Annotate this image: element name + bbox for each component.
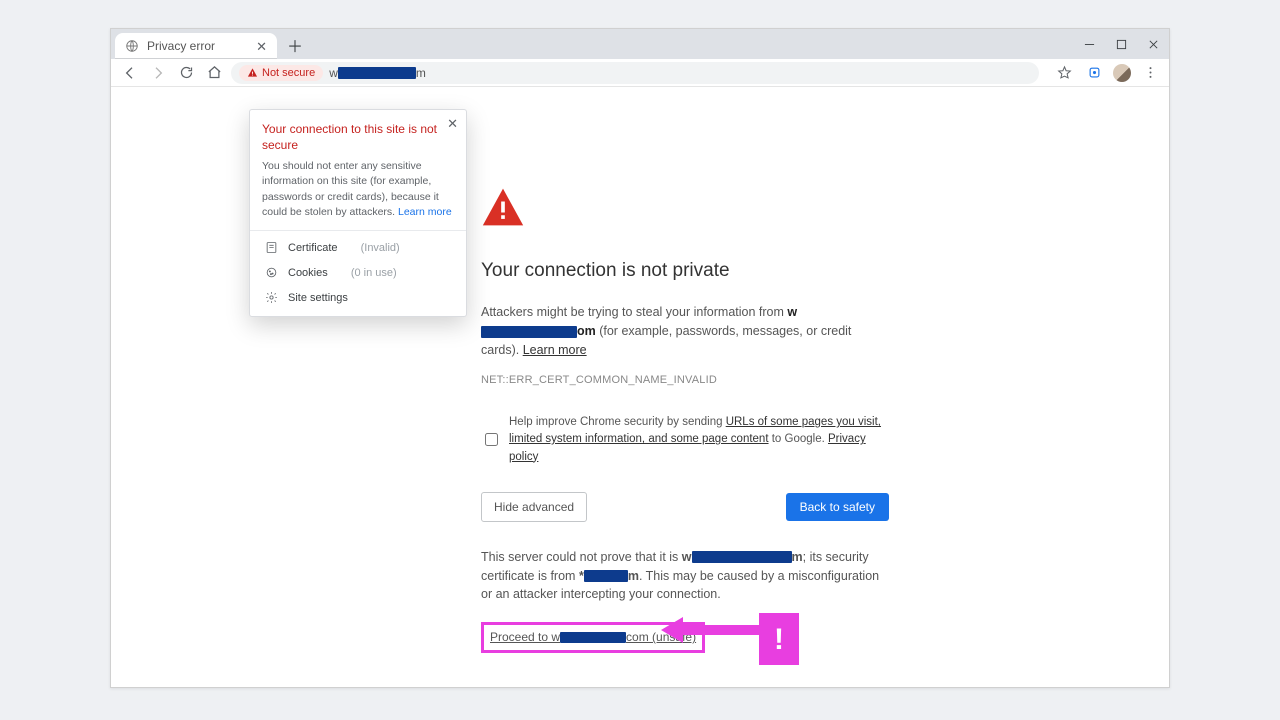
popup-body: You should not enter any sensitive infor… xyxy=(262,159,454,220)
redacted-cert xyxy=(584,570,628,582)
button-row: Hide advanced Back to safety xyxy=(481,492,889,522)
close-tab-icon[interactable]: ✕ xyxy=(256,40,267,53)
profile-avatar[interactable] xyxy=(1113,64,1131,82)
address-bar[interactable]: Not secure w m xyxy=(231,62,1039,84)
url-text: w m xyxy=(329,66,426,80)
menu-kebab-icon[interactable] xyxy=(1139,62,1161,84)
optin-text: Help improve Chrome security by sending … xyxy=(509,414,889,466)
popup-title: Your connection to this site is not secu… xyxy=(262,122,454,153)
nav-home-button[interactable] xyxy=(203,62,225,84)
toolbar: Not secure w m xyxy=(111,59,1169,87)
optin-row[interactable]: Help improve Chrome security by sending … xyxy=(481,414,889,466)
error-code: NET::ERR_CERT_COMMON_NAME_INVALID xyxy=(481,372,889,389)
back-to-safety-button[interactable]: Back to safety xyxy=(786,493,889,521)
warning-paragraph: Attackers might be trying to steal your … xyxy=(481,303,889,359)
certificate-icon xyxy=(264,241,278,254)
redacted-host xyxy=(692,551,792,563)
explain-paragraph: This server could not prove that it is w… xyxy=(481,548,889,604)
proceed-highlight: Proceed to wcom (unsafe) xyxy=(481,622,705,653)
hide-advanced-button[interactable]: Hide advanced xyxy=(481,492,587,522)
toolbar-right-cluster xyxy=(1053,62,1161,84)
warning-triangle-icon xyxy=(481,185,525,229)
globe-icon xyxy=(125,39,139,53)
titlebar: Privacy error ✕ ＋ xyxy=(111,29,1169,59)
window-controls xyxy=(1073,29,1169,59)
popup-row-site-settings[interactable]: Site settings xyxy=(262,285,454,310)
browser-window: Privacy error ✕ ＋ Not secure w m xyxy=(110,28,1170,688)
proceed-unsafe-link[interactable]: Proceed to wcom (unsafe) xyxy=(490,630,696,644)
cookie-icon xyxy=(264,266,278,279)
cert-label: Certificate xyxy=(288,242,338,254)
tab-title: Privacy error xyxy=(147,39,215,53)
cert-status: (Invalid) xyxy=(361,242,400,254)
popup-learn-more-link[interactable]: Learn more xyxy=(398,206,452,218)
warning-icon xyxy=(247,67,258,78)
redacted-host xyxy=(338,67,416,79)
cookies-status: (0 in use) xyxy=(351,267,397,279)
page-title: Your connection is not private xyxy=(481,257,889,286)
site-security-popup: ✕ Your connection to this site is not se… xyxy=(249,109,467,317)
bookmark-star-icon[interactable] xyxy=(1053,62,1075,84)
close-icon[interactable]: ✕ xyxy=(447,116,458,132)
nav-back-button[interactable] xyxy=(119,62,141,84)
window-close[interactable] xyxy=(1137,29,1169,59)
nav-reload-button[interactable] xyxy=(175,62,197,84)
nav-forward-button[interactable] xyxy=(147,62,169,84)
cookies-label: Cookies xyxy=(288,267,328,279)
optin-checkbox[interactable] xyxy=(485,416,498,463)
learn-more-link[interactable]: Learn more xyxy=(523,343,587,357)
tabstrip: Privacy error ✕ ＋ xyxy=(111,29,1073,59)
popup-row-certificate[interactable]: Certificate (Invalid) xyxy=(262,235,454,260)
redacted-host xyxy=(560,632,626,643)
extension-icon[interactable] xyxy=(1083,62,1105,84)
new-tab-button[interactable]: ＋ xyxy=(283,33,307,57)
gear-icon xyxy=(264,291,278,304)
not-secure-pill[interactable]: Not secure xyxy=(239,65,323,81)
url-prefix: w xyxy=(329,66,338,80)
error-page-content: Your connection is not private Attackers… xyxy=(481,185,889,653)
window-maximize[interactable] xyxy=(1105,29,1137,59)
tab-active[interactable]: Privacy error ✕ xyxy=(115,33,277,59)
window-minimize[interactable] xyxy=(1073,29,1105,59)
site-settings-label: Site settings xyxy=(288,292,348,304)
popup-row-cookies[interactable]: Cookies (0 in use) xyxy=(262,260,454,285)
url-suffix: m xyxy=(416,66,426,80)
not-secure-label: Not secure xyxy=(262,67,315,79)
redacted-host xyxy=(481,326,577,338)
